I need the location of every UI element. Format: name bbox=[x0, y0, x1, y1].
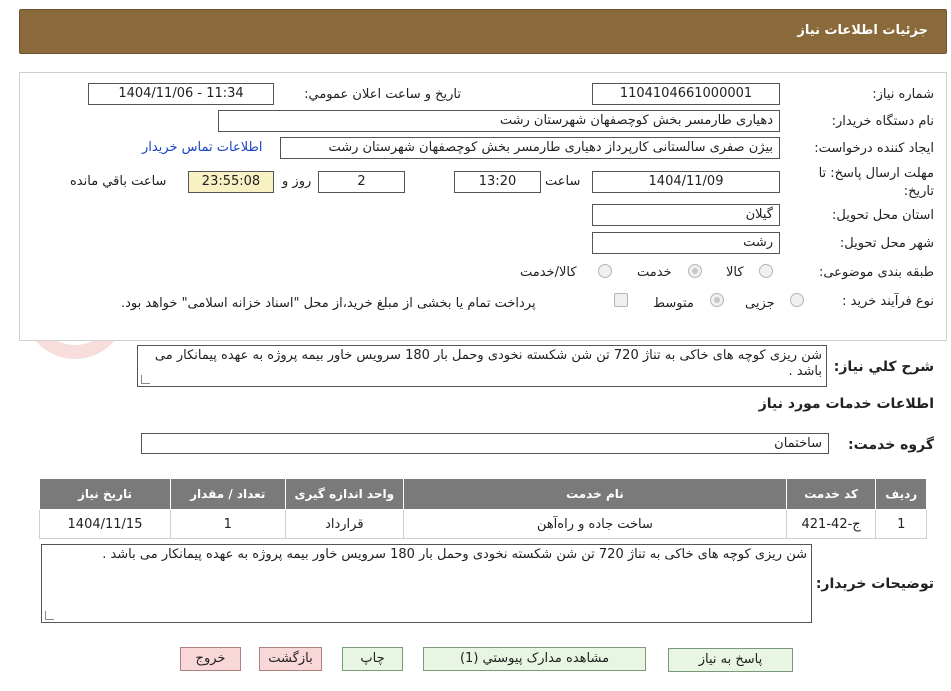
service-group-field[interactable]: ساختمان bbox=[141, 433, 829, 454]
cell-service-name: ساخت جاده و راه‌آهن bbox=[403, 509, 787, 539]
services-section-title: اطلاعات خدمات مورد نیاز bbox=[758, 396, 934, 412]
view-attachments-button[interactable]: مشاهده مدارک پیوستي (1) bbox=[423, 647, 646, 671]
category-radio-service[interactable] bbox=[688, 264, 702, 278]
buyer-notes-textarea[interactable]: شن ریزی کوچه های خاکی به تناژ 720 تن شن … bbox=[41, 544, 812, 623]
cell-row-number: 1 bbox=[875, 509, 927, 539]
resize-handle-icon[interactable] bbox=[45, 611, 54, 620]
cell-unit: قرارداد bbox=[284, 509, 405, 539]
process-radio-minor[interactable] bbox=[790, 293, 804, 307]
print-button[interactable]: چاپ bbox=[342, 647, 403, 671]
announce-datetime-field[interactable]: 1404/11/06 - 11:34 bbox=[88, 83, 274, 105]
buyer-org-label: نام دستگاه خريدار: bbox=[831, 114, 934, 129]
remaining-time-field: 23:55:08 bbox=[188, 171, 274, 193]
col-row-number: ردیف bbox=[875, 478, 927, 510]
creator-label: ایجاد کننده درخواست: bbox=[814, 141, 934, 156]
process-option-medium: متوسط bbox=[653, 296, 694, 311]
back-button[interactable]: بازگشت bbox=[259, 647, 322, 671]
col-service-name: نام خدمت bbox=[403, 478, 787, 510]
page-header: جزئیات اطلاعات نیاز bbox=[19, 9, 947, 54]
table-header-row: ردیف کد خدمت نام خدمت واحد اندازه گیری ت… bbox=[38, 478, 927, 510]
summary-text: شن ریزی کوچه های خاکی به تناژ 720 تن شن … bbox=[154, 348, 822, 379]
cell-need-date: 1404/11/15 bbox=[38, 509, 172, 539]
buyer-contact-link[interactable]: اطلاعات تماس خریدار bbox=[142, 140, 262, 155]
creator-field[interactable]: بیژن صفری سالستانی کارپرداز دهیاری طارمس… bbox=[280, 137, 780, 159]
col-quantity: تعداد / مقدار bbox=[170, 478, 286, 510]
reply-button[interactable]: پاسخ به نیاز bbox=[668, 648, 793, 672]
resize-handle-icon[interactable] bbox=[141, 375, 150, 384]
announce-datetime-label: تاریخ و ساعت اعلان عمومي: bbox=[304, 87, 461, 102]
city-label: شهر محل تحویل: bbox=[839, 236, 934, 251]
service-group-label: گروه خدمت: bbox=[848, 437, 934, 453]
category-radio-goods[interactable] bbox=[759, 264, 773, 278]
cell-service-code: ج-42-421 bbox=[785, 509, 877, 539]
province-field[interactable]: گیلان bbox=[592, 204, 780, 226]
summary-textarea[interactable]: شن ریزی کوچه های خاکی به تناژ 720 تن شن … bbox=[137, 345, 827, 387]
deadline-time-field[interactable]: 13:20 bbox=[454, 171, 541, 193]
deadline-label-line1: مهلت ارسال پاسخ: تا bbox=[818, 166, 934, 181]
deadline-date-field[interactable]: 1404/11/09 bbox=[592, 171, 780, 193]
remaining-time-label: ساعت باقي مانده bbox=[70, 174, 167, 189]
summary-label: شرح کلي نياز: bbox=[833, 359, 934, 375]
treasury-checkbox[interactable] bbox=[614, 293, 628, 307]
process-label: نوع فرآیند خرید : bbox=[842, 294, 934, 309]
page-title: جزئیات اطلاعات نیاز bbox=[797, 23, 928, 38]
col-unit: واحد اندازه گیری bbox=[284, 478, 405, 510]
buyer-notes-text: شن ریزی کوچه های خاکی به تناژ 720 تن شن … bbox=[102, 547, 807, 562]
need-number-label: شماره نیاز: bbox=[872, 87, 934, 102]
category-radio-goods-service[interactable] bbox=[598, 264, 612, 278]
category-option-goods: کالا bbox=[726, 265, 744, 280]
category-label: طبقه بندی موضوعی: bbox=[818, 265, 934, 280]
cell-quantity: 1 bbox=[170, 509, 286, 539]
category-option-goods-service: کالا/خدمت bbox=[520, 265, 577, 280]
category-option-service: خدمت bbox=[637, 265, 672, 280]
need-number-field[interactable]: 1104104661000001 bbox=[592, 83, 780, 105]
table-row[interactable]: 1 ج-42-421 ساخت جاده و راه‌آهن قرارداد 1… bbox=[38, 509, 927, 539]
buyer-notes-label: توضیحات خریدار: bbox=[815, 576, 934, 592]
days-label: روز و bbox=[282, 174, 312, 189]
city-field[interactable]: رشت bbox=[592, 232, 780, 254]
buyer-org-field[interactable]: دهیاری طارمسر بخش کوچصفهان شهرستان رشت bbox=[218, 110, 780, 132]
deadline-label-line2: تاریخ: bbox=[903, 184, 934, 199]
payment-note: پرداخت تمام یا بخشی از مبلغ خرید،از محل … bbox=[121, 296, 536, 311]
province-label: استان محل تحویل: bbox=[832, 208, 934, 223]
process-radio-medium[interactable] bbox=[710, 293, 724, 307]
days-remaining-field[interactable]: 2 bbox=[318, 171, 405, 193]
deadline-time-label: ساعت bbox=[545, 174, 581, 189]
services-table: ردیف کد خدمت نام خدمت واحد اندازه گیری ت… bbox=[38, 478, 927, 539]
col-service-code: کد خدمت bbox=[785, 478, 877, 510]
col-need-date: تاریخ نیاز bbox=[38, 478, 172, 510]
process-option-minor: جزیی bbox=[745, 296, 775, 311]
exit-button[interactable]: خروج bbox=[180, 647, 241, 671]
